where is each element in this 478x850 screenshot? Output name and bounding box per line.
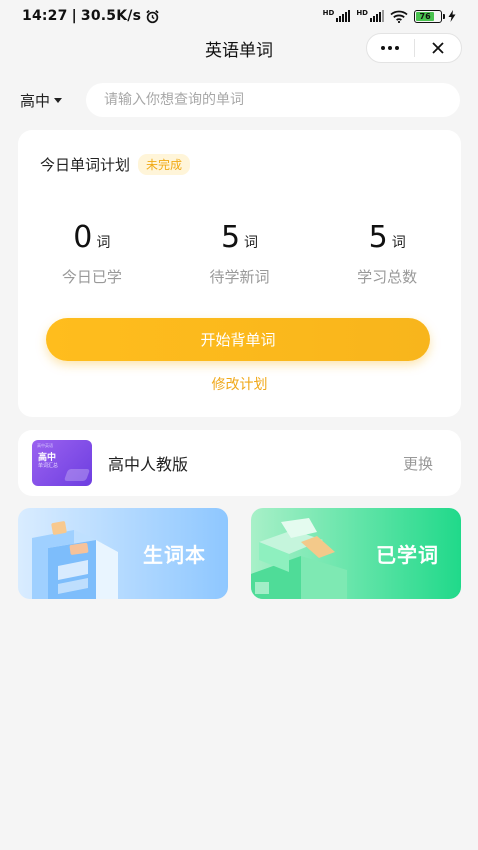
more-button[interactable] bbox=[367, 34, 414, 62]
stat-value: 0 bbox=[73, 220, 93, 255]
stat-label: 学习总数 bbox=[357, 268, 418, 286]
book-cover-subtitle: 单词汇总 bbox=[38, 463, 59, 469]
new-words-label: 生词本 bbox=[143, 543, 206, 567]
stat-learned-today: 0 词 今日已学 bbox=[18, 220, 166, 287]
alarm-icon bbox=[146, 9, 159, 23]
stat-label: 今日已学 bbox=[61, 268, 122, 286]
battery-icon: 76 bbox=[414, 9, 445, 23]
grade-label: 高中 bbox=[20, 91, 51, 110]
change-textbook-button[interactable]: 更换 bbox=[403, 453, 433, 474]
textbook-card: 高中英语 高中 单词汇总 高中人教版 更换 bbox=[18, 430, 461, 496]
status-badge: 未完成 bbox=[138, 154, 191, 175]
stat-unit: 词 bbox=[96, 235, 111, 251]
stat-value: 5 bbox=[368, 220, 388, 255]
status-separator: | bbox=[71, 8, 77, 24]
status-network-speed: 30.5K/s bbox=[80, 8, 142, 24]
grade-selector[interactable]: 高中 bbox=[20, 90, 86, 111]
book-cover-decoration bbox=[63, 469, 91, 481]
book-cover-tag: 高中英语 bbox=[37, 443, 53, 448]
book-cover: 高中英语 高中 单词汇总 bbox=[32, 440, 92, 486]
status-right: HD HD 76 bbox=[323, 9, 456, 23]
caret-down-icon bbox=[54, 98, 63, 103]
learned-words-tile[interactable]: 已学词 bbox=[251, 508, 461, 599]
stat-unit: 词 bbox=[244, 235, 259, 251]
charging-icon bbox=[448, 10, 456, 22]
start-learning-button[interactable]: 开始背单词 bbox=[46, 318, 430, 361]
learned-box-illustration bbox=[251, 518, 347, 599]
search-row: 高中 bbox=[0, 82, 478, 118]
search-input[interactable] bbox=[86, 83, 460, 117]
daily-plan-card: 今日单词计划 未完成 0 词 今日已学 5 词 待学新词 5 词 学习总数 开始… bbox=[18, 130, 461, 417]
textbook-name: 高中人教版 bbox=[108, 455, 189, 474]
more-icon bbox=[381, 46, 400, 50]
battery-level: 76 bbox=[416, 11, 435, 21]
stat-unit: 词 bbox=[391, 235, 406, 251]
stat-value: 5 bbox=[220, 220, 241, 255]
book-stack-illustration bbox=[32, 521, 118, 599]
status-time: 14:27 bbox=[22, 8, 68, 24]
plan-title: 今日单词计划 bbox=[40, 156, 131, 174]
learned-words-label: 已学词 bbox=[376, 543, 439, 567]
mini-program-capsule bbox=[366, 33, 462, 63]
plan-header: 今日单词计划 未完成 bbox=[40, 154, 191, 175]
stat-label: 待学新词 bbox=[209, 268, 270, 286]
wifi-icon bbox=[390, 10, 408, 23]
close-icon bbox=[432, 42, 444, 54]
edit-plan-link[interactable]: 修改计划 bbox=[18, 374, 461, 394]
new-words-tile[interactable]: 生词本 bbox=[18, 508, 228, 599]
page-title: 英语单词 bbox=[205, 40, 273, 61]
signal-icon: HD bbox=[323, 10, 351, 22]
nav-bar: 英语单词 bbox=[0, 32, 478, 64]
close-button[interactable] bbox=[415, 34, 462, 62]
signal-icon-2: HD bbox=[356, 10, 384, 22]
status-left: 14:27 | 30.5K/s bbox=[22, 8, 160, 24]
stat-total: 5 词 学习总数 bbox=[313, 220, 461, 287]
status-bar: 14:27 | 30.5K/s HD HD 76 bbox=[0, 0, 478, 32]
plan-stats: 0 词 今日已学 5 词 待学新词 5 词 学习总数 bbox=[18, 220, 461, 287]
stat-new-words: 5 词 待学新词 bbox=[166, 220, 314, 287]
